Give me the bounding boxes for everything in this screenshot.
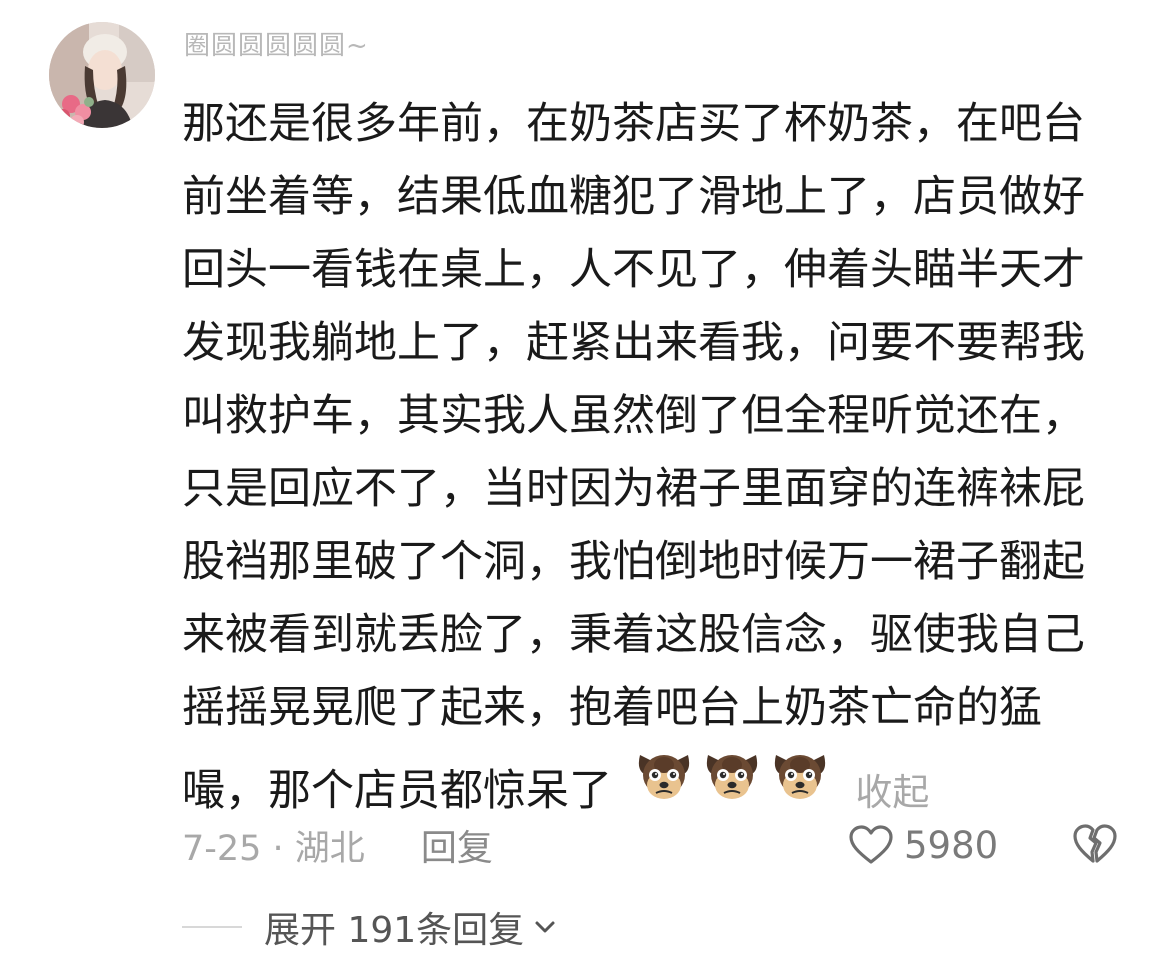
broken-heart-icon[interactable] [1072,822,1118,866]
comment-text-line: 叫救护车，其实我人虽然倒了但全程听觉还在， [182,391,1085,441]
comment-item: 圈圆圆圆圆圆~ 那还是很多年前，在奶茶店买了杯奶茶，在吧台 前坐着等，结果低血糖… [0,0,1169,973]
reply-button[interactable]: 回复 [421,819,493,871]
comment-text-line: 回头一看钱在桌上，人不见了，伸着头瞄半天才 [182,245,1085,295]
avatar[interactable] [49,22,155,128]
username[interactable]: 圈圆圆圆圆圆~ [184,26,369,61]
emoji-group [634,745,830,805]
avatar-image [49,22,155,128]
comment-text-line: 发现我躺地上了，赶紧出来看我，问要不要帮我 [182,318,1085,368]
divider [182,926,242,928]
like-count: 5980 [904,823,999,867]
expand-replies-row: 展开 191条回复 [182,901,558,953]
comment-text-line: 嘬，那个店员都惊呆了 [182,766,612,816]
comment-text-line: 前坐着等，结果低血糖犯了滑地上了，店员做好 [182,172,1085,222]
comment-meta-row: 7-25 · 湖北 回复 5980 [182,819,1122,871]
dog-face-emoji [634,745,694,805]
comment-text-line: 来被看到就丢脸了，秉着这股信念，驱使我自己 [182,610,1085,660]
dog-face-emoji [702,745,762,805]
comment-text: 那还是很多年前，在奶茶店买了杯奶茶，在吧台 前坐着等，结果低血糖犯了滑地上了，店… [182,88,1107,818]
comment-text-line: 那还是很多年前，在奶茶店买了杯奶茶，在吧台 [182,99,1085,149]
expand-replies-label: 展开 191条回复 [264,910,525,951]
heart-outline-icon[interactable] [848,824,894,866]
comment-last-line: 嘬，那个店员都惊呆了 收起 [182,745,1107,818]
comment-text-line: 只是回应不了，当时因为裙子里面穿的连裤袜屁 [182,464,1085,514]
comment-text-line: 股裆那里破了个洞，我怕倒地时候万一裙子翻起 [182,537,1085,587]
dog-face-emoji [770,745,830,805]
collapse-button[interactable]: 收起 [855,771,929,814]
comment-date-location: 7-25 · 湖北 [182,828,365,869]
like-button[interactable]: 5980 [848,822,998,868]
chevron-down-icon [532,914,558,940]
comment-text-line: 摇摇晃晃爬了起来，抱着吧台上奶茶亡命的猛 [182,683,1042,733]
expand-replies-button[interactable]: 展开 191条回复 [264,901,558,953]
